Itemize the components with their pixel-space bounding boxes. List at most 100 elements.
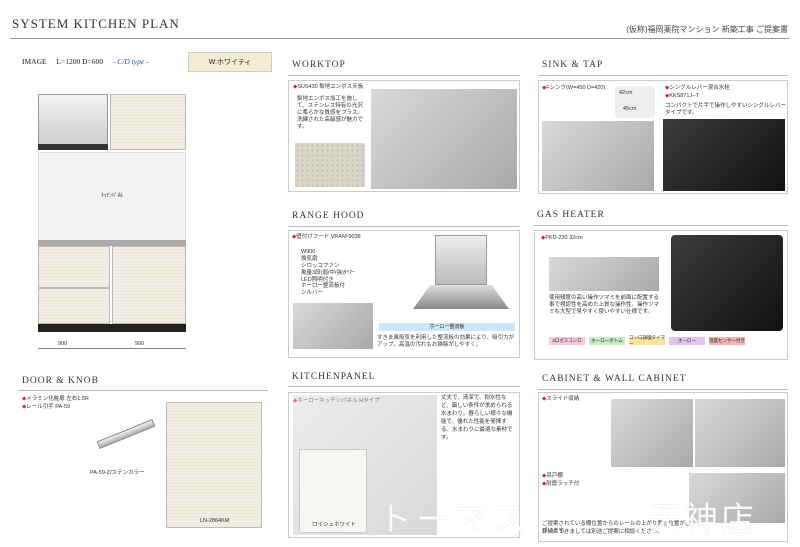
gas-rule [534, 225, 788, 226]
sink-rule [538, 75, 788, 76]
color-label: W:ホワイティ [188, 52, 272, 72]
elevation-drawer-top [38, 246, 110, 288]
sink-photo [542, 121, 654, 191]
worktop-desc: 梨地エンボス加工を施して、ステンレス特有の光沢に柔らかな質感をプラス。洗練された… [297, 96, 364, 130]
tap-desc: コンパクトで片手で操作しやすいシングルレバータイプです。 [665, 103, 786, 116]
cabinet-photo-2 [695, 399, 785, 467]
cabinet-rule [538, 389, 788, 390]
cabinet-photo-1 [611, 399, 693, 467]
cabinet-spec3-row: ◆耐震ラッチ付 [542, 481, 580, 487]
image-label-row: IMAGE L=1200 D=600 - C/D type - [22, 57, 149, 66]
elevation-wall-cabinet [110, 94, 186, 150]
hood-photo-body [435, 235, 487, 285]
dimension-line [38, 348, 186, 349]
type-label: - C/D type - [112, 57, 149, 66]
sink-heading: SINK & TAP [542, 60, 604, 70]
hood-spec-row: ◆壁付けフード VRAM-9038 [292, 234, 361, 240]
knob-rail [96, 419, 156, 449]
cabinet-spec2-row: ◆吊戸棚 [542, 473, 563, 479]
hood-heading: RANGE HOOD [292, 211, 365, 221]
gas-heading: GAS HEATER [537, 210, 605, 220]
panel-note: ｷｯﾁﾝﾊﾟﾈﾙ [101, 193, 124, 199]
gas-spec: PKD-230 32cm [545, 235, 583, 241]
sink-size-diagram: 42cm 45cm [615, 86, 655, 118]
hood-feature: W900 [301, 249, 316, 255]
cabinet-spec2: 吊戸棚 [546, 473, 563, 479]
gas-panel: ◆PKD-230 32cm 使用頻度の高い操作ツマミを前面に配置する事で視認性を… [534, 230, 788, 360]
door-rule [18, 390, 268, 391]
size-label: L=1200 D=600 [56, 57, 104, 66]
gas-tag: 温度センサー付き [709, 337, 745, 345]
kpanel-heading: KITCHENPANEL [292, 372, 376, 382]
sink-spec-row: ◆Fシンク(W=450 D=420) [542, 85, 606, 91]
tap-spec: シングルレバー混合水栓 [669, 85, 730, 91]
dim-left: 900 [58, 341, 68, 347]
tap-model-row: ◆KKS871J--T [665, 93, 700, 99]
door-spec2-row: ◆レール引手 PA-59 [22, 404, 71, 410]
hood-badge: ホーロー整流板 [379, 323, 515, 331]
gas-tag: ホーローボトム [589, 337, 625, 345]
worktop-rule [288, 75, 520, 76]
hood-desc: すきま風吸気を利用した整流板の効果により、吸引力がアップ。高温の汚れもお掃除がし… [377, 335, 515, 348]
sink-panel: ◆Fシンク(W=450 D=420) 42cm 45cm ◆シングルレバー混合水… [538, 80, 788, 194]
elevation-kitchen-panel: ｷｯﾁﾝﾊﾟﾈﾙ [38, 152, 186, 242]
image-label: IMAGE [22, 57, 47, 66]
hood-rule [288, 226, 520, 227]
elevation-hood [38, 94, 108, 148]
worktop-panel: ◆SUS430 梨地エンボス天板 梨地エンボス加工を施して、ステンレス特有の光沢… [288, 80, 520, 192]
hood-spec: 壁付けフード VRAM-9038 [296, 234, 361, 240]
knob-illustration [92, 419, 160, 462]
worktop-texture-swatch [295, 143, 365, 187]
elevation-drawer-bottom [38, 288, 110, 324]
sink-spec: Fシンク(W=450 D=420) [546, 85, 606, 91]
elevation-base-cabinet [112, 246, 186, 324]
cabinet-spec3: 耐震ラッチ付 [546, 481, 580, 487]
hood-feature: シルバー [301, 290, 324, 297]
kpanel-poem: 丈夫で、清潔で、耐水性など、厳しい条件が求められる水まわり。器らしい様々な機能で… [441, 395, 513, 441]
hood-photo-canopy [413, 285, 509, 309]
tap-photo [663, 119, 785, 191]
knob-label: PA-59-Z/ステンカラー [90, 470, 145, 476]
hood-feature: 換気扇 [301, 255, 318, 262]
door-spec2: レール引手 PA-59 [26, 404, 71, 410]
worktop-spec: SUS430 梨地エンボス天板 [297, 84, 364, 90]
kpanel-rule [288, 386, 520, 387]
door-heading: DOOR & KNOB [22, 376, 99, 386]
door-spec1: メラミン化粧扉 左右1.5R [26, 396, 89, 402]
kpanel-swatch: ロイシェホワイト [299, 449, 367, 533]
elevation-hood-bottom [38, 144, 108, 150]
page-title: SYSTEM KITCHEN PLAN [12, 16, 180, 31]
cabinet-heading: CABINET & WALL CABINET [542, 374, 687, 384]
header-divider [10, 38, 790, 39]
worktop-heading: WORKTOP [292, 60, 346, 70]
door-panel-label: LN-2864KM [200, 518, 230, 524]
watermark-right: 天神店 [648, 501, 756, 539]
hood-photo [407, 235, 515, 315]
dim-right: 900 [135, 341, 145, 347]
cabinet-spec1-row: ◆スライド収納 [542, 396, 580, 402]
tap-spec-row: ◆シングルレバー混合水栓 [665, 85, 730, 91]
sink-dim2: 45cm [623, 106, 637, 112]
gas-tag: 3口ガスコンロ [549, 337, 585, 345]
hood-panel: ◆壁付けフード VRAM-9038 W900 換気扇 シロッコファン 風量3段(… [288, 230, 520, 358]
gas-desc: 使用頻度の高い操作ツマミを前面に配置する事で視認性を高めた上質な操作性。操作ツマ… [549, 295, 660, 315]
elevation-plinth [38, 324, 186, 332]
sink-dim1: 42cm [619, 90, 633, 96]
page-subtitle: (仮称)福岡薬院マンション 新築工事 ご提案書 [626, 25, 788, 34]
gas-spec-row: ◆PKD-230 32cm [541, 235, 583, 241]
cabinet-spec1: スライド収納 [546, 396, 580, 402]
gas-tag: コンロ調理タイマー [629, 335, 665, 346]
gas-tag: ホーロー [669, 337, 705, 345]
door-spec1-row: ◆メラミン化粧扉 左右1.5R [22, 396, 89, 402]
hood-feature: 風量3段(弱/中/強)ﾀｲﾏｰ [301, 269, 355, 276]
worktop-spec-row: ◆SUS430 梨地エンボス天板 [293, 84, 364, 90]
worktop-photo [371, 89, 517, 189]
hood-detail-photo [293, 303, 373, 349]
watermark-left: トーマス [378, 501, 530, 539]
hood-feature: シロッコファン [301, 262, 340, 269]
gas-cooktop-photo [671, 235, 783, 331]
door-panel-swatch [166, 402, 262, 528]
tap-model: KKS871J--T [669, 93, 700, 99]
gas-knob-photo [549, 257, 659, 291]
kpanel-swatch-label: ロイシェホワイト [312, 522, 357, 528]
